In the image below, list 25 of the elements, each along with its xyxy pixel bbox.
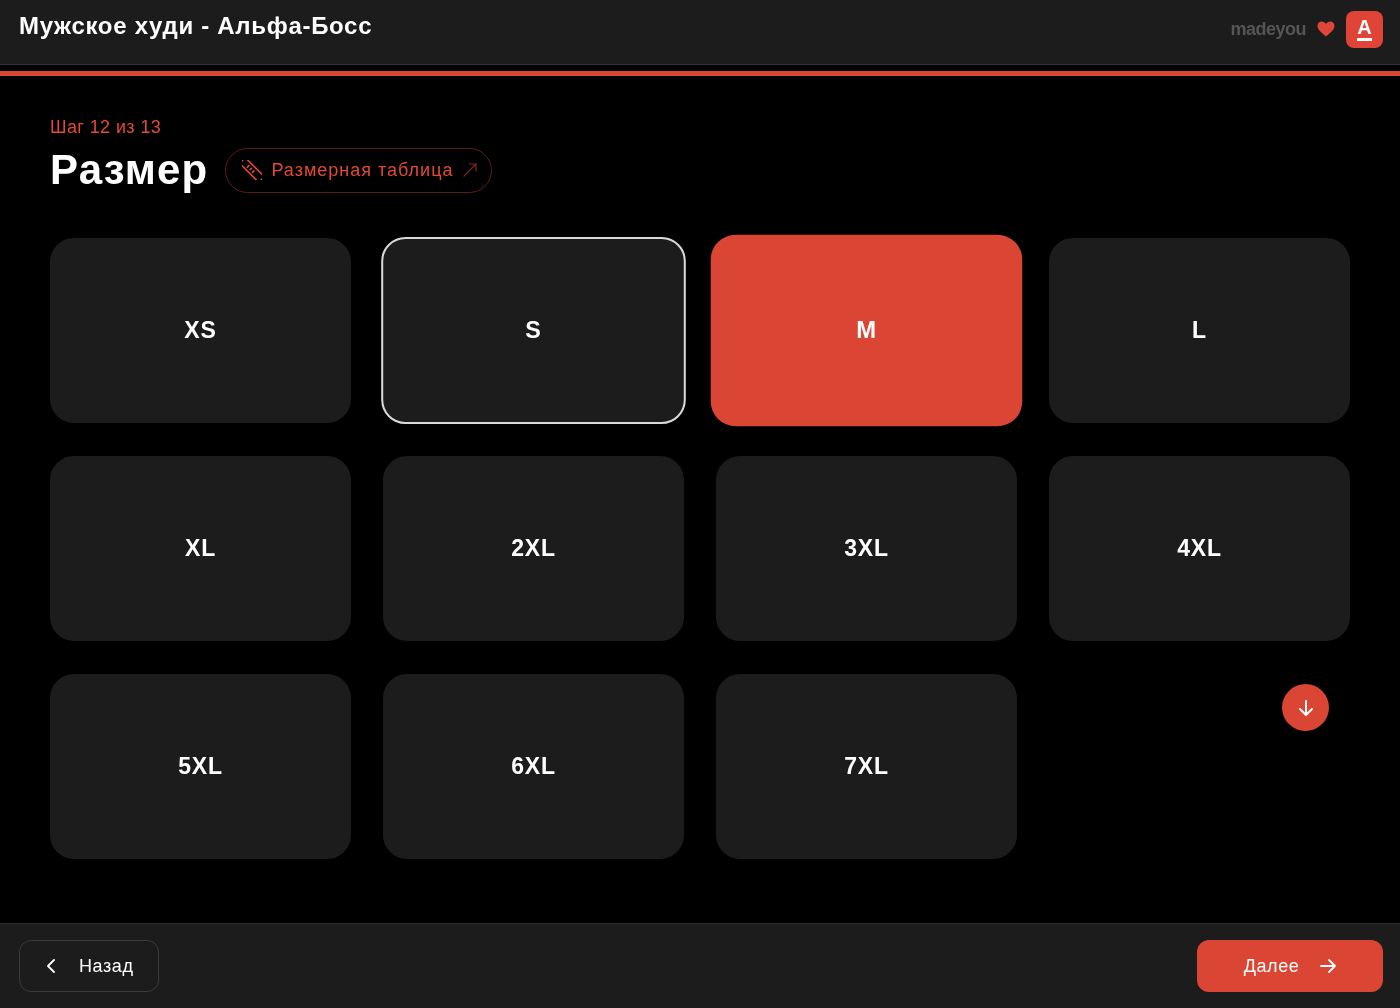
ruler-icon [242, 160, 263, 180]
size-option[interactable]: 2XL [383, 456, 684, 641]
page-heading: Размер [50, 147, 209, 193]
back-button[interactable]: Назад [19, 940, 159, 992]
step-counter: Шаг 12 из 13 [50, 116, 162, 138]
partner-logo: madeyou [1230, 18, 1306, 40]
heart-icon [1317, 21, 1335, 37]
next-button[interactable]: Далее [1197, 940, 1383, 992]
size-option[interactable]: 5XL [50, 674, 351, 859]
brand-logo: А [1346, 10, 1383, 48]
size-option[interactable]: 3XL [716, 456, 1017, 641]
size-option[interactable]: L [1049, 238, 1350, 423]
size-option[interactable]: S [381, 236, 686, 425]
chevron-left-icon [47, 959, 55, 973]
size-option[interactable]: 4XL [1049, 456, 1350, 641]
arrow-down-icon [1297, 699, 1314, 716]
size-option[interactable]: XS [50, 238, 351, 423]
external-link-icon [463, 163, 478, 177]
size-option[interactable]: XL [50, 456, 351, 641]
size-option[interactable]: M [710, 234, 1023, 427]
arrow-right-icon [1320, 959, 1337, 973]
size-option[interactable]: 6XL [383, 674, 684, 859]
scroll-down-button[interactable] [1282, 684, 1329, 731]
page-title: Мужское худи - Альфа-Босс [19, 12, 373, 40]
size-option[interactable]: 7XL [716, 674, 1017, 859]
